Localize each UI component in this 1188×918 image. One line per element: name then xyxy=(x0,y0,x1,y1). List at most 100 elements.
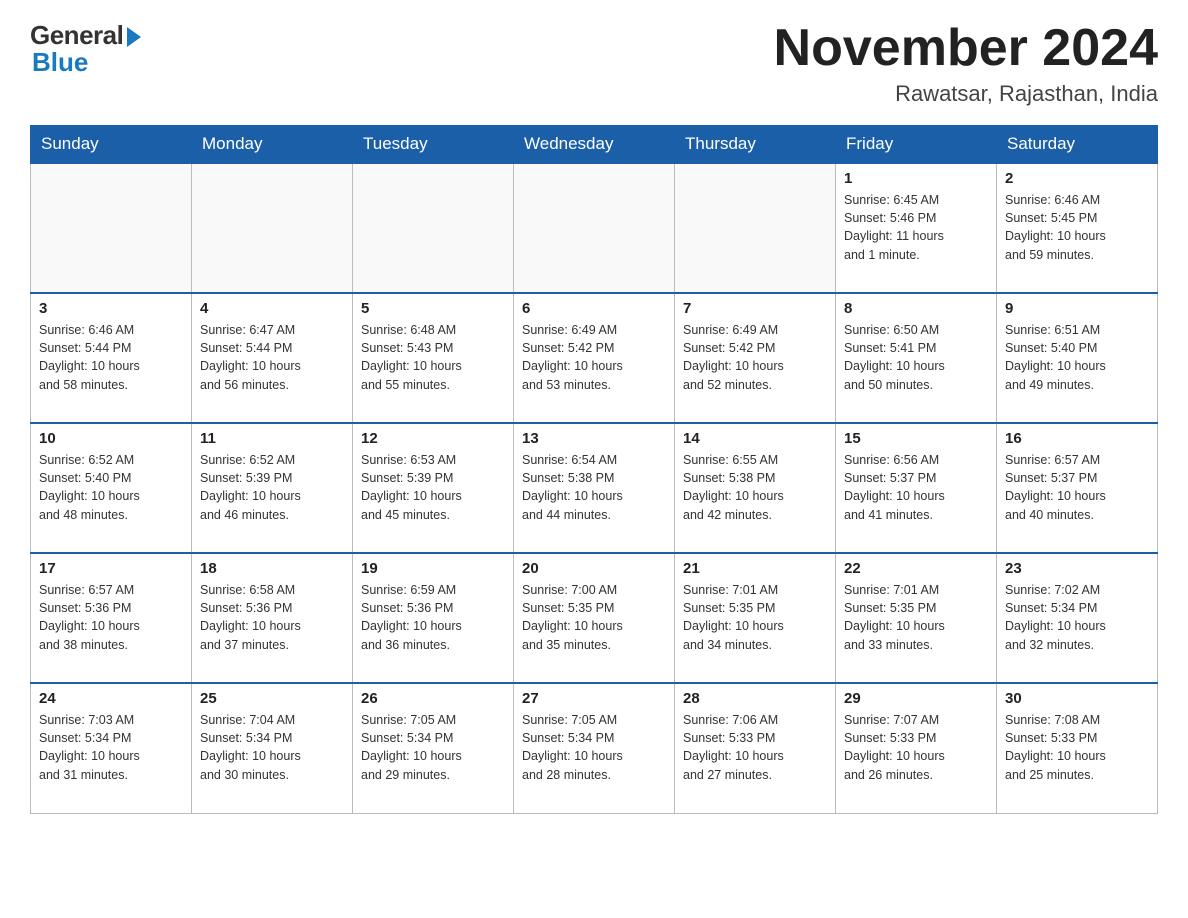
calendar-cell xyxy=(192,163,353,293)
day-info: Sunrise: 6:53 AM Sunset: 5:39 PM Dayligh… xyxy=(361,451,505,524)
day-number: 10 xyxy=(39,430,183,447)
day-number: 24 xyxy=(39,690,183,707)
day-number: 23 xyxy=(1005,560,1149,577)
calendar-cell: 2 Sunrise: 6:46 AM Sunset: 5:45 PM Daylig… xyxy=(997,163,1158,293)
day-info: Sunrise: 6:52 AM Sunset: 5:40 PM Dayligh… xyxy=(39,451,183,524)
day-info: Sunrise: 7:05 AM Sunset: 5:34 PM Dayligh… xyxy=(361,711,505,784)
day-info: Sunrise: 7:03 AM Sunset: 5:34 PM Dayligh… xyxy=(39,711,183,784)
calendar-cell: 21 Sunrise: 7:01 AM Sunset: 5:35 PM Dayli… xyxy=(675,553,836,683)
day-number: 27 xyxy=(522,690,666,707)
day-info: Sunrise: 7:00 AM Sunset: 5:35 PM Dayligh… xyxy=(522,581,666,654)
weekday-header-tuesday: Tuesday xyxy=(353,126,514,164)
weekday-header-friday: Friday xyxy=(836,126,997,164)
calendar-cell: 24 Sunrise: 7:03 AM Sunset: 5:34 PM Dayli… xyxy=(31,683,192,813)
calendar-cell: 18 Sunrise: 6:58 AM Sunset: 5:36 PM Dayli… xyxy=(192,553,353,683)
calendar-cell xyxy=(31,163,192,293)
day-number: 5 xyxy=(361,300,505,317)
calendar-cell xyxy=(514,163,675,293)
month-title: November 2024 xyxy=(774,20,1158,77)
day-info: Sunrise: 6:51 AM Sunset: 5:40 PM Dayligh… xyxy=(1005,321,1149,394)
day-info: Sunrise: 6:58 AM Sunset: 5:36 PM Dayligh… xyxy=(200,581,344,654)
logo-blue-text: Blue xyxy=(32,47,88,78)
location-text: Rawatsar, Rajasthan, India xyxy=(774,81,1158,107)
day-number: 26 xyxy=(361,690,505,707)
day-info: Sunrise: 7:02 AM Sunset: 5:34 PM Dayligh… xyxy=(1005,581,1149,654)
day-info: Sunrise: 7:08 AM Sunset: 5:33 PM Dayligh… xyxy=(1005,711,1149,784)
day-number: 9 xyxy=(1005,300,1149,317)
day-number: 3 xyxy=(39,300,183,317)
day-info: Sunrise: 6:57 AM Sunset: 5:37 PM Dayligh… xyxy=(1005,451,1149,524)
calendar-cell: 15 Sunrise: 6:56 AM Sunset: 5:37 PM Dayli… xyxy=(836,423,997,553)
day-info: Sunrise: 6:46 AM Sunset: 5:45 PM Dayligh… xyxy=(1005,191,1149,264)
day-number: 8 xyxy=(844,300,988,317)
day-info: Sunrise: 7:01 AM Sunset: 5:35 PM Dayligh… xyxy=(683,581,827,654)
day-number: 16 xyxy=(1005,430,1149,447)
day-info: Sunrise: 6:47 AM Sunset: 5:44 PM Dayligh… xyxy=(200,321,344,394)
day-number: 6 xyxy=(522,300,666,317)
calendar-cell: 19Sunrise: 6:59 AM Sunset: 5:36 PM Dayli… xyxy=(353,553,514,683)
day-info: Sunrise: 6:55 AM Sunset: 5:38 PM Dayligh… xyxy=(683,451,827,524)
weekday-header-saturday: Saturday xyxy=(997,126,1158,164)
day-info: Sunrise: 6:48 AM Sunset: 5:43 PM Dayligh… xyxy=(361,321,505,394)
day-info: Sunrise: 6:56 AM Sunset: 5:37 PM Dayligh… xyxy=(844,451,988,524)
logo: General Blue xyxy=(30,20,141,78)
day-number: 14 xyxy=(683,430,827,447)
day-info: Sunrise: 6:57 AM Sunset: 5:36 PM Dayligh… xyxy=(39,581,183,654)
day-info: Sunrise: 6:59 AM Sunset: 5:36 PM Dayligh… xyxy=(361,581,505,654)
day-info: Sunrise: 6:50 AM Sunset: 5:41 PM Dayligh… xyxy=(844,321,988,394)
day-number: 18 xyxy=(200,560,344,577)
week-row-4: 17Sunrise: 6:57 AM Sunset: 5:36 PM Dayli… xyxy=(31,553,1158,683)
day-number: 28 xyxy=(683,690,827,707)
calendar-cell xyxy=(353,163,514,293)
day-number: 25 xyxy=(200,690,344,707)
week-row-3: 10 Sunrise: 6:52 AM Sunset: 5:40 PM Dayli… xyxy=(31,423,1158,553)
calendar-cell: 20 Sunrise: 7:00 AM Sunset: 5:35 PM Dayli… xyxy=(514,553,675,683)
calendar-cell: 16 Sunrise: 6:57 AM Sunset: 5:37 PM Dayli… xyxy=(997,423,1158,553)
day-number: 22 xyxy=(844,560,988,577)
calendar-cell: 1 Sunrise: 6:45 AM Sunset: 5:46 PM Daylig… xyxy=(836,163,997,293)
calendar-cell: 25Sunrise: 7:04 AM Sunset: 5:34 PM Dayli… xyxy=(192,683,353,813)
calendar-cell xyxy=(675,163,836,293)
day-number: 11 xyxy=(200,430,344,447)
calendar-cell: 7 Sunrise: 6:49 AM Sunset: 5:42 PM Daylig… xyxy=(675,293,836,423)
day-number: 21 xyxy=(683,560,827,577)
calendar-cell: 17Sunrise: 6:57 AM Sunset: 5:36 PM Dayli… xyxy=(31,553,192,683)
calendar-cell: 13Sunrise: 6:54 AM Sunset: 5:38 PM Dayli… xyxy=(514,423,675,553)
calendar-cell: 30Sunrise: 7:08 AM Sunset: 5:33 PM Dayli… xyxy=(997,683,1158,813)
weekday-header-row: SundayMondayTuesdayWednesdayThursdayFrid… xyxy=(31,126,1158,164)
day-info: Sunrise: 6:46 AM Sunset: 5:44 PM Dayligh… xyxy=(39,321,183,394)
calendar-cell: 23 Sunrise: 7:02 AM Sunset: 5:34 PM Dayli… xyxy=(997,553,1158,683)
calendar-cell: 3 Sunrise: 6:46 AM Sunset: 5:44 PM Daylig… xyxy=(31,293,192,423)
week-row-5: 24 Sunrise: 7:03 AM Sunset: 5:34 PM Dayli… xyxy=(31,683,1158,813)
day-info: Sunrise: 7:07 AM Sunset: 5:33 PM Dayligh… xyxy=(844,711,988,784)
calendar-cell: 14 Sunrise: 6:55 AM Sunset: 5:38 PM Dayli… xyxy=(675,423,836,553)
day-number: 7 xyxy=(683,300,827,317)
calendar-cell: 6 Sunrise: 6:49 AM Sunset: 5:42 PM Daylig… xyxy=(514,293,675,423)
day-number: 20 xyxy=(522,560,666,577)
day-info: Sunrise: 6:49 AM Sunset: 5:42 PM Dayligh… xyxy=(683,321,827,394)
week-row-1: 1 Sunrise: 6:45 AM Sunset: 5:46 PM Daylig… xyxy=(31,163,1158,293)
day-info: Sunrise: 7:01 AM Sunset: 5:35 PM Dayligh… xyxy=(844,581,988,654)
calendar-cell: 10 Sunrise: 6:52 AM Sunset: 5:40 PM Dayli… xyxy=(31,423,192,553)
day-number: 4 xyxy=(200,300,344,317)
day-number: 12 xyxy=(361,430,505,447)
day-number: 2 xyxy=(1005,170,1149,187)
calendar-cell: 26 Sunrise: 7:05 AM Sunset: 5:34 PM Dayli… xyxy=(353,683,514,813)
weekday-header-sunday: Sunday xyxy=(31,126,192,164)
day-info: Sunrise: 7:06 AM Sunset: 5:33 PM Dayligh… xyxy=(683,711,827,784)
day-info: Sunrise: 6:45 AM Sunset: 5:46 PM Dayligh… xyxy=(844,191,988,264)
calendar-cell: 8 Sunrise: 6:50 AM Sunset: 5:41 PM Daylig… xyxy=(836,293,997,423)
day-number: 1 xyxy=(844,170,988,187)
calendar-cell: 27Sunrise: 7:05 AM Sunset: 5:34 PM Dayli… xyxy=(514,683,675,813)
day-number: 29 xyxy=(844,690,988,707)
calendar-cell: 29 Sunrise: 7:07 AM Sunset: 5:33 PM Dayli… xyxy=(836,683,997,813)
title-block: November 2024 Rawatsar, Rajasthan, India xyxy=(774,20,1158,107)
calendar-cell: 28 Sunrise: 7:06 AM Sunset: 5:33 PM Dayli… xyxy=(675,683,836,813)
calendar-cell: 22 Sunrise: 7:01 AM Sunset: 5:35 PM Dayli… xyxy=(836,553,997,683)
day-info: Sunrise: 6:49 AM Sunset: 5:42 PM Dayligh… xyxy=(522,321,666,394)
calendar-cell: 4 Sunrise: 6:47 AM Sunset: 5:44 PM Daylig… xyxy=(192,293,353,423)
calendar-cell: 9 Sunrise: 6:51 AM Sunset: 5:40 PM Daylig… xyxy=(997,293,1158,423)
day-number: 15 xyxy=(844,430,988,447)
calendar-cell: 12 Sunrise: 6:53 AM Sunset: 5:39 PM Dayli… xyxy=(353,423,514,553)
logo-arrow-icon xyxy=(127,27,141,47)
